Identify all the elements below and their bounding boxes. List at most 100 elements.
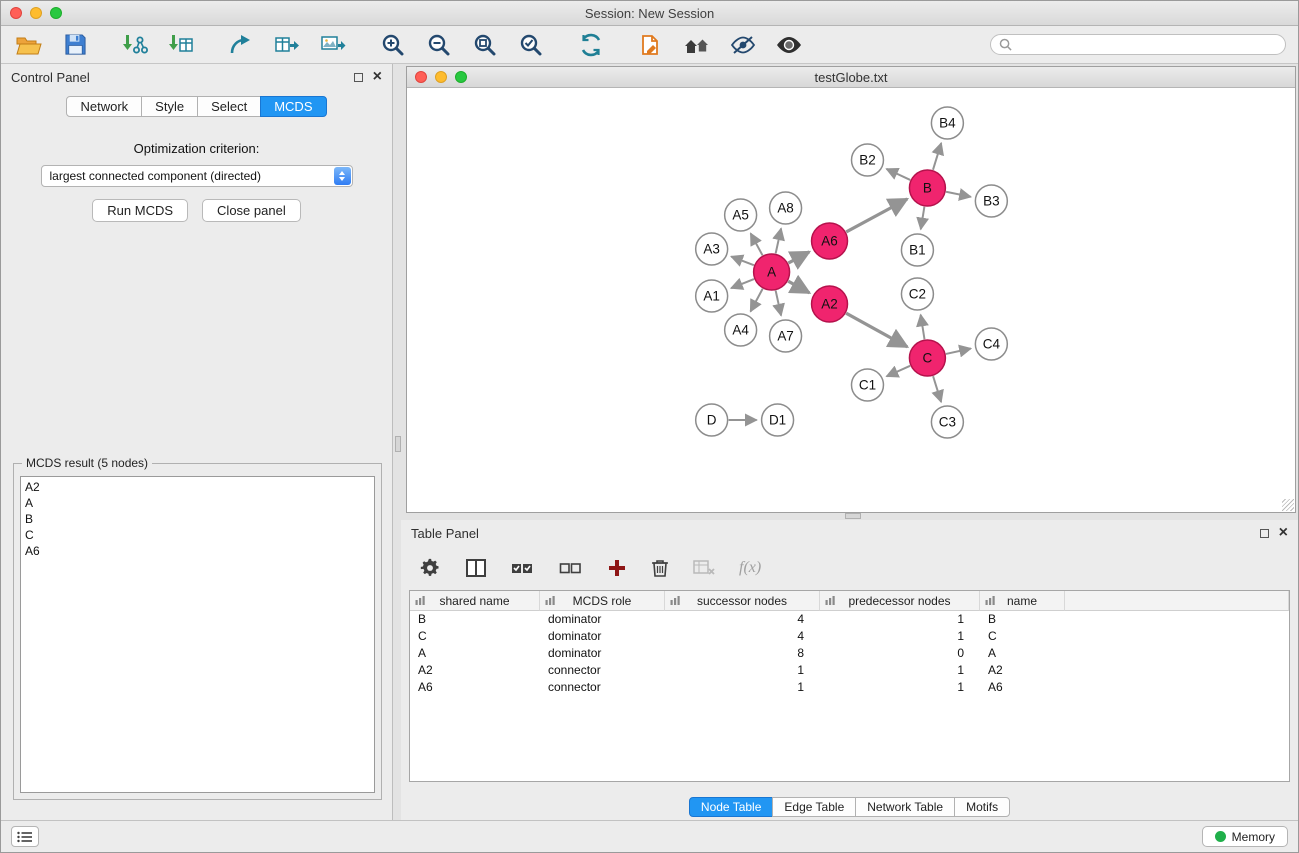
tab-style[interactable]: Style: [141, 96, 198, 117]
function-builder-icon[interactable]: f(x): [739, 559, 761, 577]
network-edge-A-A2[interactable]: [788, 281, 809, 293]
splitter-handle-bottom[interactable]: [845, 513, 861, 519]
cell-name[interactable]: B: [980, 611, 1065, 628]
open-folder-icon[interactable]: [13, 30, 45, 60]
network-node-D1[interactable]: D1: [762, 404, 794, 436]
export-table-icon[interactable]: [271, 30, 303, 60]
cell-successors[interactable]: 1: [665, 679, 820, 696]
unselect-all-rows-icon[interactable]: [559, 558, 583, 578]
tab-mcds[interactable]: MCDS: [260, 96, 326, 117]
network-edge-A-A3[interactable]: [731, 257, 754, 266]
column-header-MCDS-role[interactable]: MCDS role: [540, 591, 665, 611]
zoom-out-icon[interactable]: [423, 30, 455, 60]
show-columns-icon[interactable]: [465, 558, 487, 578]
tab-network-table[interactable]: Network Table: [855, 797, 955, 817]
cell-predecessors[interactable]: 1: [820, 679, 980, 696]
delete-columns-icon[interactable]: [651, 558, 669, 578]
cell-successors[interactable]: 8: [665, 645, 820, 662]
cell-predecessors[interactable]: 1: [820, 628, 980, 645]
search-box[interactable]: [990, 34, 1286, 55]
network-edge-A-A8[interactable]: [776, 229, 781, 254]
network-node-A7[interactable]: A7: [770, 320, 802, 352]
tab-select[interactable]: Select: [197, 96, 261, 117]
zoom-window-button[interactable]: [50, 7, 62, 19]
network-node-C4[interactable]: C4: [975, 328, 1007, 360]
network-node-C2[interactable]: C2: [901, 278, 933, 310]
result-item[interactable]: B: [25, 511, 370, 527]
network-node-A[interactable]: A: [754, 254, 790, 290]
cell-shared_name[interactable]: A: [410, 645, 540, 662]
column-header-name[interactable]: name: [980, 591, 1065, 611]
network-edge-A2-C[interactable]: [846, 313, 907, 347]
network-node-A3[interactable]: A3: [696, 233, 728, 265]
column-header-shared-name[interactable]: shared name: [410, 591, 540, 611]
network-edge-A-A1[interactable]: [731, 279, 754, 288]
network-node-B1[interactable]: B1: [901, 234, 933, 266]
close-panel-icon[interactable]: ×: [373, 71, 382, 83]
graphics-details-icon[interactable]: [727, 30, 759, 60]
table-row[interactable]: A2connector11A2: [410, 662, 1289, 679]
minimize-window-button[interactable]: [30, 7, 42, 19]
network-edge-B-B4[interactable]: [933, 143, 941, 170]
network-edge-A6-B[interactable]: [846, 199, 907, 232]
run-mcds-button[interactable]: Run MCDS: [92, 199, 188, 222]
refresh-icon[interactable]: [575, 30, 607, 60]
tab-edge-table[interactable]: Edge Table: [772, 797, 856, 817]
eye-icon[interactable]: [773, 30, 805, 60]
table-row[interactable]: A6connector11A6: [410, 679, 1289, 696]
column-header-successor-nodes[interactable]: successor nodes: [665, 591, 820, 611]
zoom-selected-icon[interactable]: [515, 30, 547, 60]
float-panel-icon[interactable]: [354, 73, 363, 82]
close-panel-button[interactable]: Close panel: [202, 199, 301, 222]
network-edge-B-B2[interactable]: [886, 169, 910, 180]
cell-successors[interactable]: 1: [665, 662, 820, 679]
network-node-B3[interactable]: B3: [975, 185, 1007, 217]
network-node-B[interactable]: B: [909, 170, 945, 206]
network-node-D[interactable]: D: [696, 404, 728, 436]
mcds-result-list[interactable]: A2ABCA6: [20, 476, 375, 793]
cell-successors[interactable]: 4: [665, 611, 820, 628]
network-edge-A-A4[interactable]: [751, 289, 763, 312]
network-node-C1[interactable]: C1: [851, 369, 883, 401]
table-row[interactable]: Cdominator41C: [410, 628, 1289, 645]
network-edge-B-B3[interactable]: [946, 192, 971, 197]
search-input[interactable]: [1017, 38, 1277, 52]
zoom-network-window-button[interactable]: [455, 71, 467, 83]
cell-name[interactable]: C: [980, 628, 1065, 645]
network-edge-A-A5[interactable]: [751, 233, 763, 255]
result-item[interactable]: A2: [25, 479, 370, 495]
float-table-panel-icon[interactable]: [1260, 529, 1269, 538]
import-table-icon[interactable]: [165, 30, 197, 60]
tab-motifs[interactable]: Motifs: [954, 797, 1010, 817]
network-canvas[interactable]: B4B2BB3A5A8A6B1A3AC2A1A2A4A7CC4C1C3DD1: [407, 88, 1295, 511]
network-edge-C-C3[interactable]: [933, 376, 941, 402]
network-node-A6[interactable]: A6: [812, 223, 848, 259]
table-row[interactable]: Adominator80A: [410, 645, 1289, 662]
cell-mcds_role[interactable]: dominator: [540, 628, 665, 645]
cell-name[interactable]: A2: [980, 662, 1065, 679]
memory-button[interactable]: Memory: [1202, 826, 1288, 847]
export-image-icon[interactable]: [317, 30, 349, 60]
import-network-icon[interactable]: [119, 30, 151, 60]
cell-mcds_role[interactable]: dominator: [540, 645, 665, 662]
cell-successors[interactable]: 4: [665, 628, 820, 645]
network-edge-C-C2[interactable]: [921, 315, 925, 339]
network-node-B2[interactable]: B2: [851, 144, 883, 176]
network-node-C3[interactable]: C3: [931, 406, 963, 438]
tab-node-table[interactable]: Node Table: [689, 797, 774, 817]
close-table-panel-icon[interactable]: ×: [1279, 527, 1288, 539]
welcome-screen-icon[interactable]: [681, 30, 713, 60]
network-edge-B-B1[interactable]: [921, 207, 925, 230]
export-network-icon[interactable]: [225, 30, 257, 60]
show-panels-menu-icon[interactable]: [11, 826, 39, 847]
result-item[interactable]: A6: [25, 543, 370, 559]
cell-shared_name[interactable]: C: [410, 628, 540, 645]
cell-mcds_role[interactable]: dominator: [540, 611, 665, 628]
splitter-handle-left[interactable]: [395, 436, 401, 452]
new-session-document-icon[interactable]: [635, 30, 667, 60]
select-all-rows-icon[interactable]: [511, 558, 535, 578]
network-node-A8[interactable]: A8: [770, 192, 802, 224]
network-node-A5[interactable]: A5: [725, 199, 757, 231]
delete-table-icon[interactable]: [693, 559, 715, 577]
cell-mcds_role[interactable]: connector: [540, 662, 665, 679]
